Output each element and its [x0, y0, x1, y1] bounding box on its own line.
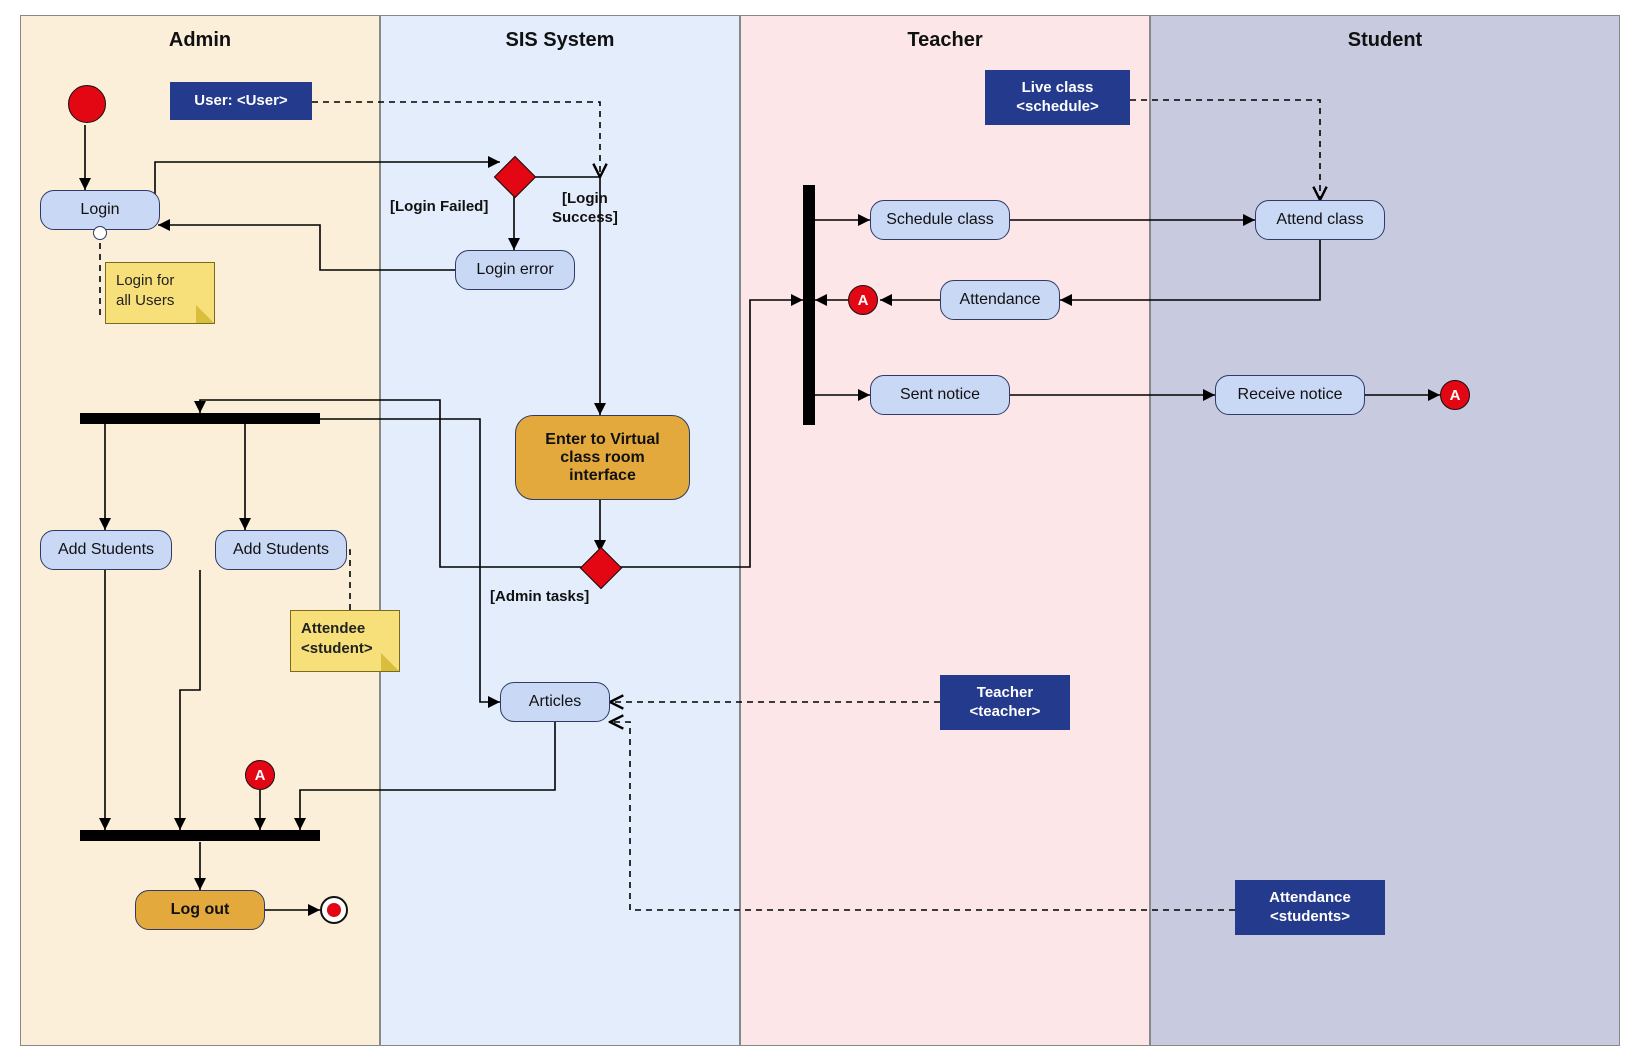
note-login-all: Login for all Users [105, 262, 215, 324]
activity-log-out: Log out [135, 890, 265, 930]
activity-diagram: Admin SIS System Teacher Student [0, 0, 1640, 1061]
activity-login: Login [40, 190, 160, 230]
activity-articles: Articles [500, 682, 610, 722]
guard-admin-tasks: [Admin tasks] [490, 588, 589, 607]
activity-enter-vcr: Enter to Virtual class room interface [515, 415, 690, 500]
activity-receive-notice: Receive notice [1215, 375, 1365, 415]
join-admin [80, 830, 320, 841]
object-live-class: Live class <schedule> [985, 70, 1130, 125]
login-pin [93, 226, 107, 240]
connector-a-receive: A [1440, 380, 1470, 410]
guard-login-success: [Login Success] [552, 190, 618, 228]
activity-sent-notice: Sent notice [870, 375, 1010, 415]
connector-a-join: A [245, 760, 275, 790]
object-user: User: <User> [170, 82, 312, 120]
activity-attend-class: Attend class [1255, 200, 1385, 240]
fork-admin [80, 413, 320, 424]
activity-add-students-1: Add Students [40, 530, 172, 570]
activity-schedule-class: Schedule class [870, 200, 1010, 240]
object-teacher: Teacher <teacher> [940, 675, 1070, 730]
activity-login-error: Login error [455, 250, 575, 290]
object-attendance-students: Attendance <students> [1235, 880, 1385, 935]
final-node [320, 896, 348, 924]
note-attendee: Attendee <student> [290, 610, 400, 672]
connector-a-attendance: A [848, 285, 878, 315]
activity-attendance: Attendance [940, 280, 1060, 320]
guard-login-failed: [Login Failed] [390, 198, 488, 217]
activity-add-students-2: Add Students [215, 530, 347, 570]
fork-teacher [803, 185, 815, 425]
initial-node [68, 85, 106, 123]
